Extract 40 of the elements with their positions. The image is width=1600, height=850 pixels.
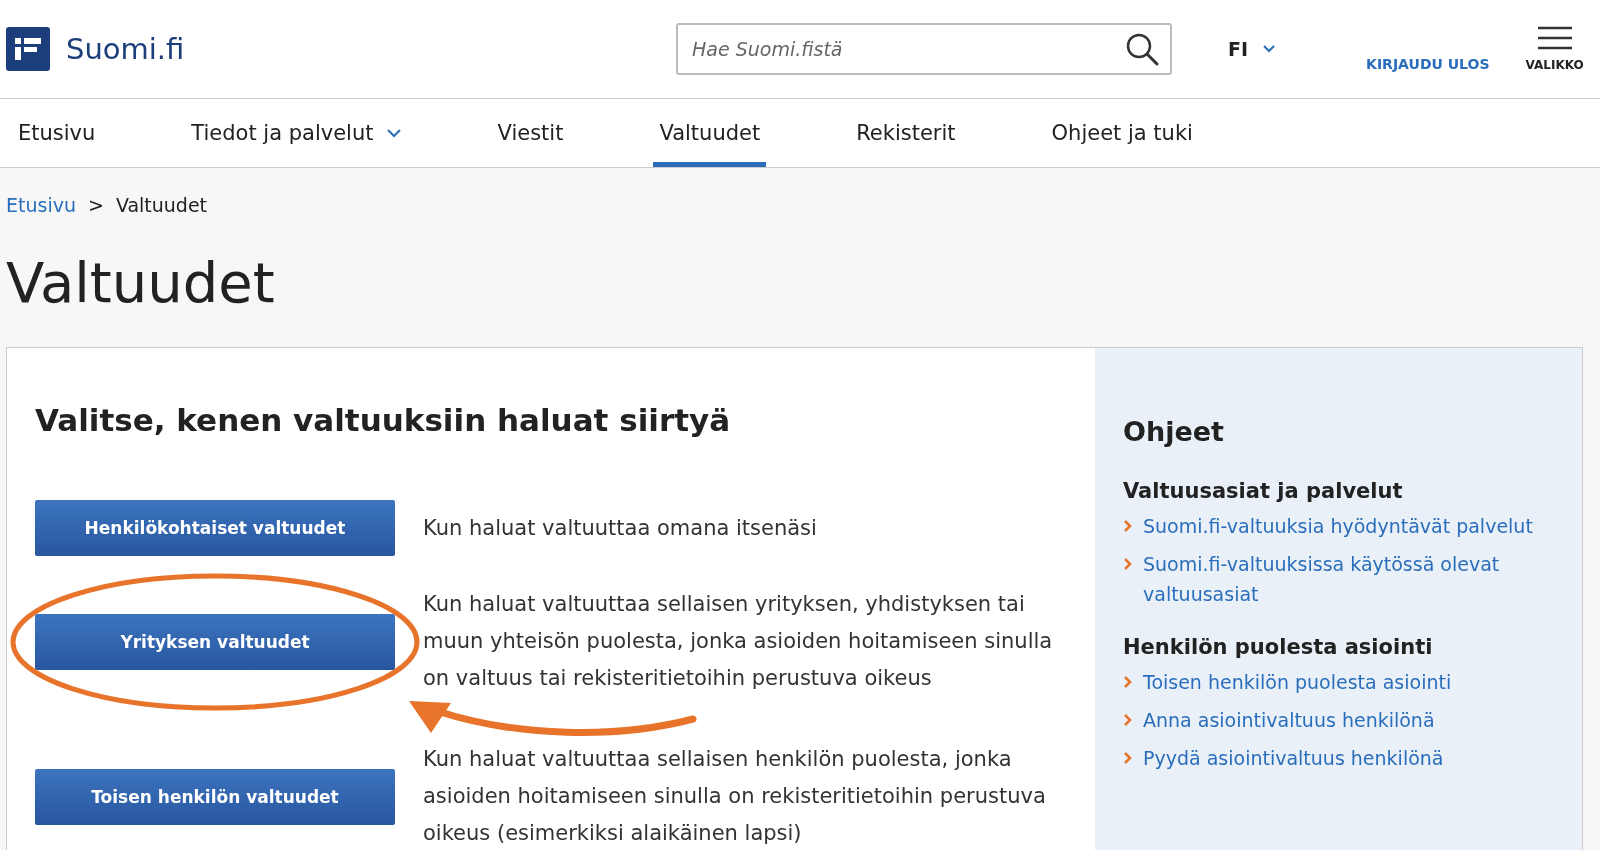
chevron-right-icon <box>1123 751 1133 765</box>
section-heading: Valitse, kenen valtuuksiin haluat siirtyä <box>35 402 732 438</box>
chevron-right-icon <box>1123 519 1133 533</box>
chevron-right-icon <box>1123 675 1133 689</box>
nav-tab[interactable]: Etusivu <box>12 99 102 167</box>
logo-icon <box>6 27 50 71</box>
panel-section-heading: Henkilön puolesta asiointi <box>1123 635 1434 659</box>
nav-tab[interactable]: Tiedot ja palvelut <box>185 99 408 167</box>
option-description: Kun haluat valtuuttaa sellaisen yrityksen, yhdistyksen tai muun yhteisön puolesta, jonka asioiden hoitamiseen sinulla on valtuus tai rekisteritietoihin perustuva oikeus <box>423 591 1054 692</box>
option-description: Kun haluat valtuuttaa omana itsenäsi <box>423 514 818 542</box>
site-logo-text[interactable]: Suomi.fi <box>66 32 185 66</box>
panel-title: Ohjeet <box>1123 416 1225 447</box>
search-icon[interactable] <box>1124 31 1160 67</box>
nav-tab[interactable]: Valtuudet <box>653 99 767 167</box>
logout-link[interactable]: KIRJAUDU ULOS <box>1366 56 1490 72</box>
search-field[interactable]: Hae Suomi.fistä <box>676 23 1172 75</box>
nav-tab[interactable]: Ohjeet ja tuki <box>1045 99 1199 167</box>
chevron-down-icon <box>1262 44 1277 54</box>
chevron-right-icon <box>1123 557 1133 571</box>
panel-section-heading: Valtuusasiat ja palvelut <box>1123 479 1404 503</box>
language-selector[interactable]: FI <box>1222 37 1283 61</box>
option-button[interactable]: Henkilökohtaiset valtuudet <box>35 500 395 556</box>
option-description: Kun haluat valtuuttaa sellaisen henkilön puolesta, jonka asioiden hoitamiseen sinulla on rekisteritietoihin perustuva oikeus (esimerkiksi alaikäinen lapsi) <box>423 746 1047 847</box>
breadcrumb-link[interactable]: Etusivu <box>6 194 76 216</box>
breadcrumb-current: Valtuudet <box>115 194 208 216</box>
page-title: Valtuudet <box>6 250 276 315</box>
breadcrumb-separator: > <box>87 194 104 216</box>
help-link[interactable]: Suomi.fi-valtuuksissa käytössä olevat valtuusasiat <box>1143 549 1554 609</box>
help-link[interactable]: Toisen henkilön puolesta asiointi <box>1143 667 1452 697</box>
menu-button[interactable]: VALIKKO <box>1525 26 1584 72</box>
menu-icon <box>1537 26 1572 50</box>
help-link[interactable]: Anna asiointivaltuus henkilönä <box>1143 705 1435 735</box>
option-button[interactable]: Yrityksen valtuudet <box>35 613 395 670</box>
chevron-right-icon <box>1123 713 1133 727</box>
option-button[interactable]: Toisen henkilön valtuudet <box>35 768 395 825</box>
help-link[interactable]: Pyydä asiointivaltuus henkilönä <box>1143 743 1444 773</box>
nav-tab[interactable]: Rekisterit <box>850 99 962 167</box>
help-link[interactable]: Suomi.fi-valtuuksia hyödyntävät palvelut <box>1143 511 1533 541</box>
chevron-down-icon <box>385 128 402 138</box>
nav-tab[interactable]: Viestit <box>491 99 570 167</box>
